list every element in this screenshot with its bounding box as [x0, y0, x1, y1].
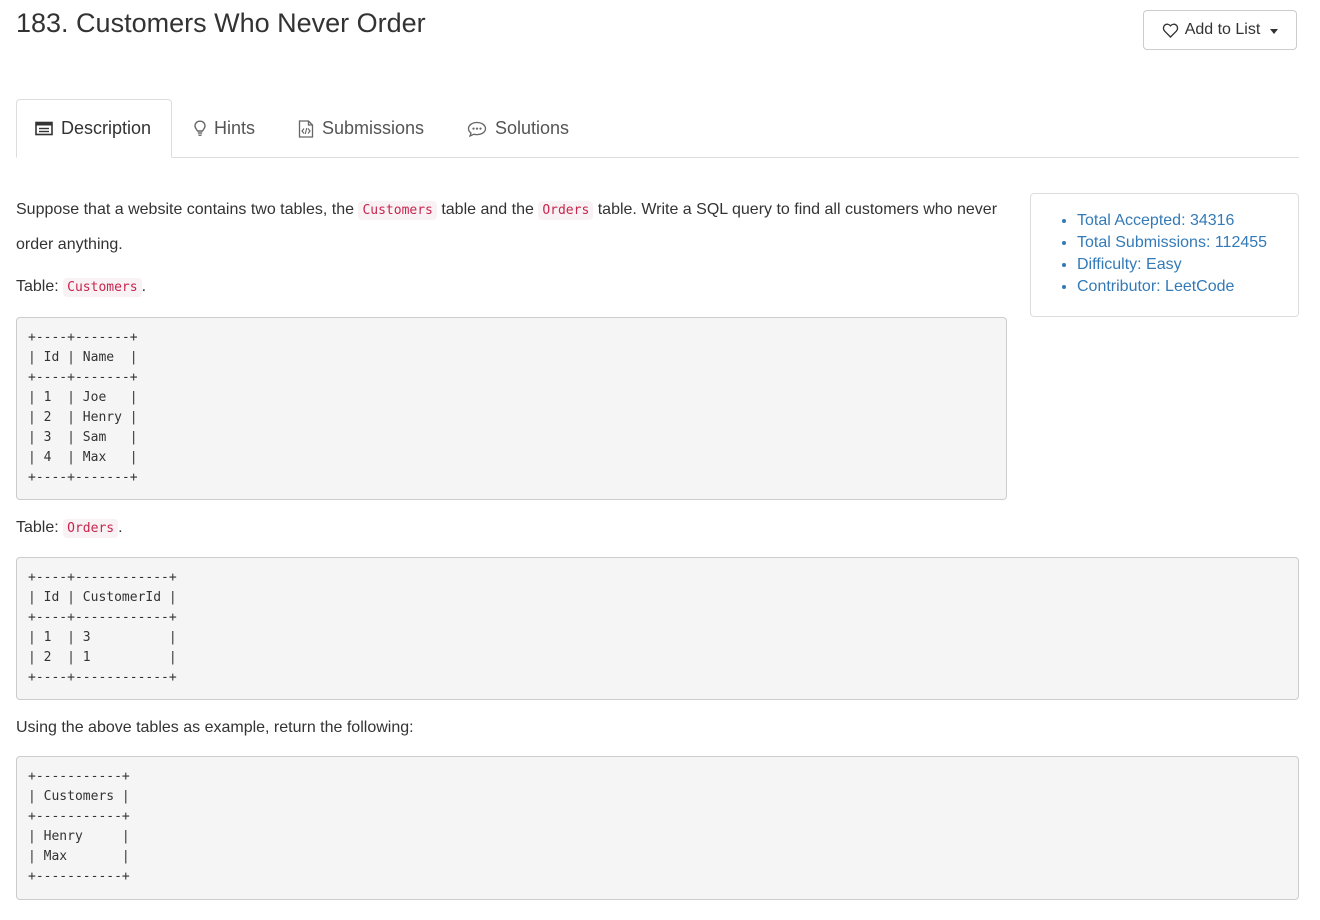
add-to-list-button[interactable]: Add to List [1143, 10, 1297, 50]
table2-caption: Table: Orders. [16, 511, 1006, 546]
table2-prefix: Table: [16, 519, 64, 536]
page-title: 183. Customers Who Never Order [16, 8, 426, 38]
stat-total-submissions: Total Submissions: 112455 [1077, 232, 1298, 254]
intro-text-1: Suppose that a website contains two tabl… [16, 201, 359, 218]
problem-tabs: Description Hints Submissions Solutions [16, 99, 1299, 158]
table2-suffix: . [118, 519, 123, 536]
tab-submissions[interactable]: Submissions [298, 99, 424, 158]
stat-contributor[interactable]: Contributor: LeetCode [1077, 276, 1298, 298]
tab-submissions-label: Submissions [322, 118, 425, 138]
code-file-icon [298, 119, 314, 138]
tab-hints[interactable]: Hints [194, 99, 255, 158]
inline-code-table2: Orders [63, 519, 119, 538]
caret-down-icon [1270, 28, 1279, 34]
orders-table-block: +----+------------+ | Id | CustomerId | … [16, 557, 1299, 700]
lightbulb-icon [194, 120, 206, 137]
problem-stats-panel: Total Accepted: 34316 Total Submissions:… [1030, 193, 1299, 317]
add-to-list-label: Add to List [1184, 21, 1261, 38]
table1-suffix: . [141, 278, 147, 295]
result-intro: Using the above tables as example, retur… [16, 719, 414, 736]
description-icon [35, 121, 53, 136]
tab-solutions[interactable]: Solutions [467, 99, 569, 158]
tab-description[interactable]: Description [16, 99, 172, 158]
heart-icon [1162, 23, 1179, 38]
result-table-block: +-----------+ | Customers | +-----------… [16, 756, 1299, 900]
stat-total-accepted: Total Accepted: 34316 [1077, 210, 1298, 232]
table1-caption: Table: Customers. [16, 270, 1006, 305]
inline-code-table1: Customers [63, 278, 142, 297]
intro-text-2: table and the [436, 201, 539, 218]
tab-hints-label: Hints [214, 118, 256, 138]
stat-difficulty: Difficulty: Easy [1077, 254, 1298, 276]
tab-solutions-label: Solutions [495, 118, 570, 138]
inline-code-orders: Orders [538, 201, 594, 220]
tab-description-label: Description [61, 118, 152, 138]
customers-table-block: +----+-------+ | Id | Name | +----+-----… [16, 317, 1007, 500]
chat-bubble-icon [467, 121, 487, 137]
inline-code-customers: Customers [358, 201, 437, 220]
table1-prefix: Table: [16, 278, 64, 295]
stats-list: Total Accepted: 34316 Total Submissions:… [1031, 210, 1298, 298]
problem-intro: Suppose that a website contains two tabl… [16, 193, 1006, 262]
